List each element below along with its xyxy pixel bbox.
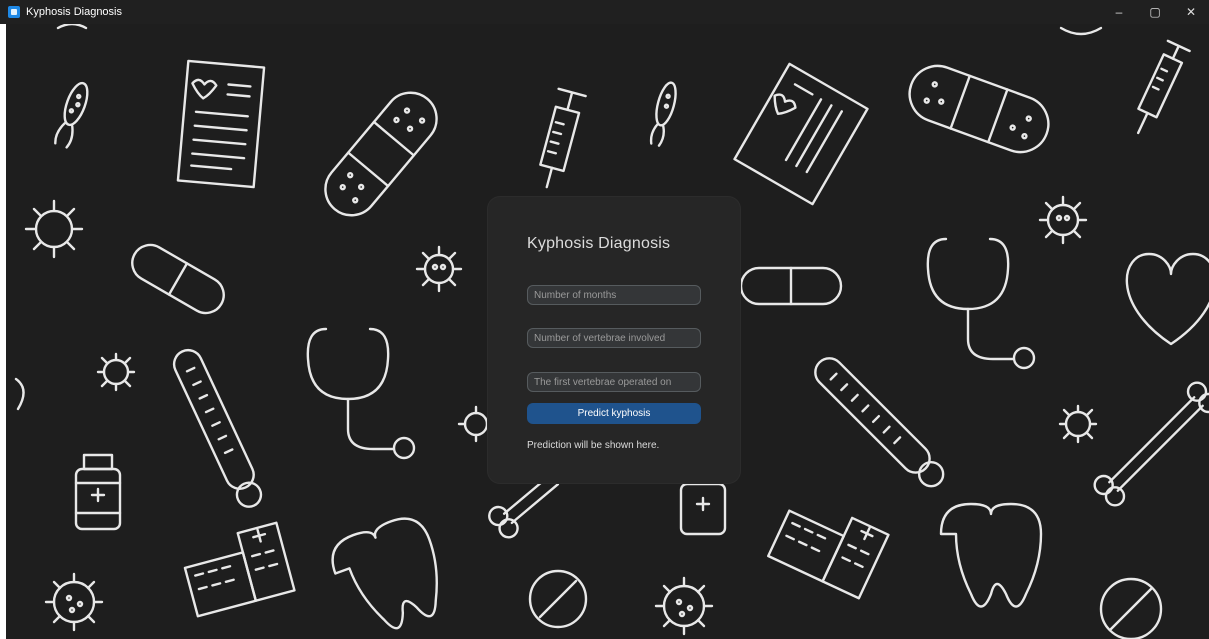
months-input[interactable] <box>527 285 701 305</box>
pill-icon <box>131 243 225 315</box>
syringe-icon <box>1136 39 1191 135</box>
tooth-icon <box>331 517 438 630</box>
hospital-building-icon <box>767 509 890 600</box>
germ-icon <box>654 576 714 636</box>
vertebrae-count-input[interactable] <box>527 328 701 348</box>
germ-icon <box>44 572 104 632</box>
medicine-bottle-icon <box>679 482 727 536</box>
predict-button[interactable]: Predict kyphosis <box>527 403 701 424</box>
first-vertebra-input[interactable] <box>527 372 701 392</box>
minimize-button[interactable]: – <box>1101 0 1137 24</box>
form-heading: Kyphosis Diagnosis <box>527 235 671 252</box>
app-icon <box>8 6 20 18</box>
tablet-pill-icon <box>1099 577 1163 639</box>
bandage-icon <box>324 91 438 217</box>
doodle-fragment-icon <box>56 24 88 30</box>
medicine-bottle-icon <box>74 453 122 531</box>
stethoscope-icon <box>926 237 1036 370</box>
bone-icon <box>1093 381 1209 507</box>
bacteria-doodle-icon <box>54 81 89 149</box>
pill-icon <box>739 266 843 306</box>
heart-icon <box>1125 252 1209 346</box>
restore-button[interactable]: ▢ <box>1137 0 1173 24</box>
germ-icon <box>1058 404 1098 444</box>
syringe-icon <box>539 87 587 189</box>
hospital-building-icon <box>183 521 296 618</box>
medical-document-icon <box>733 62 869 206</box>
window-controls: – ▢ ✕ <box>1101 0 1209 24</box>
virus-icon <box>1038 195 1088 245</box>
title-bar: Kyphosis Diagnosis – ▢ ✕ <box>0 0 1209 24</box>
close-button[interactable]: ✕ <box>1173 0 1209 24</box>
tooth-icon <box>939 502 1043 608</box>
tablet-pill-icon <box>528 569 588 629</box>
germ-icon <box>96 352 136 392</box>
prediction-result-text: Prediction will be shown here. <box>527 440 660 451</box>
thermometer-icon <box>172 348 263 508</box>
diagnosis-form-card: Kyphosis Diagnosis Predict kyphosis Pred… <box>488 197 740 483</box>
virus-icon <box>24 199 84 259</box>
window-left-edge <box>0 24 6 639</box>
medical-document-icon <box>176 59 266 189</box>
window-title: Kyphosis Diagnosis <box>26 6 122 18</box>
bacteria-doodle-icon <box>649 81 677 147</box>
doodle-fragment-icon <box>14 377 25 411</box>
bandage-icon <box>908 64 1050 154</box>
stethoscope-icon <box>306 327 416 460</box>
thermometer-icon <box>814 357 945 488</box>
doodle-fragment-icon <box>1059 26 1103 36</box>
virus-icon <box>415 245 463 293</box>
